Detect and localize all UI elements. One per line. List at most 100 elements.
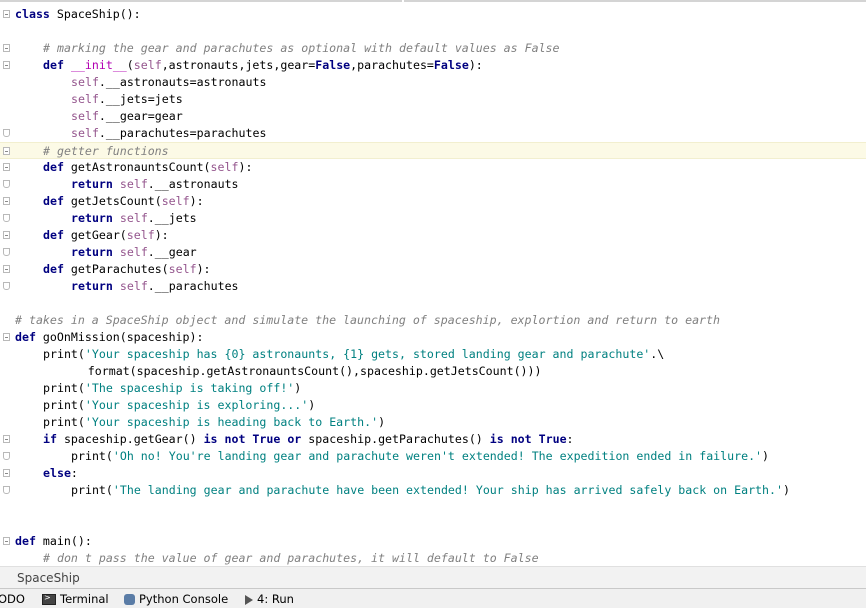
- fold-collapse-icon[interactable]: [3, 44, 10, 52]
- code-token: getParachutes(: [63, 262, 169, 276]
- code-token: class: [15, 7, 50, 21]
- code-token: ,astronauts,jets,gear=: [161, 58, 316, 72]
- code-text: self.__parachutes=parachutes: [71, 125, 266, 142]
- code-token: self: [71, 75, 99, 89]
- code-token: main():: [35, 534, 92, 548]
- code-line[interactable]: [0, 23, 866, 40]
- code-line[interactable]: print('Your spaceship is exploring...'): [0, 397, 866, 414]
- fold-end-marker-icon[interactable]: [3, 486, 10, 494]
- code-line[interactable]: # getter functions: [0, 142, 866, 159]
- code-line[interactable]: print('Your spaceship has {0} astronaunt…: [0, 346, 866, 363]
- code-text: print('The landing gear and parachute ha…: [71, 482, 790, 499]
- fold-end-marker-icon[interactable]: [3, 180, 10, 188]
- code-line[interactable]: [0, 516, 866, 533]
- python-icon: [124, 594, 135, 605]
- code-line[interactable]: def getGear(self):: [0, 227, 866, 244]
- run-tool-button[interactable]: 4: Run: [245, 592, 294, 606]
- code-editor[interactable]: class SpaceShip(): # marking the gear and…: [0, 4, 866, 566]
- fold-collapse-icon[interactable]: [3, 10, 10, 18]
- code-token: self: [133, 58, 162, 72]
- todo-label: ODO: [0, 592, 25, 606]
- code-line[interactable]: def getParachutes(self):: [0, 261, 866, 278]
- code-line[interactable]: class SpaceShip():: [0, 6, 866, 23]
- code-text: # marking the gear and parachutes as opt…: [43, 40, 560, 57]
- code-text: return self.__gear: [71, 244, 197, 261]
- code-line[interactable]: # takes in a SpaceShip object and simula…: [0, 312, 866, 329]
- code-line[interactable]: # don t pass the value of gear and parac…: [0, 550, 866, 566]
- fold-end-marker-icon[interactable]: [3, 129, 10, 137]
- todo-tool-button[interactable]: ODO: [0, 592, 25, 606]
- editor-tab-edge-right: [404, 0, 866, 2]
- code-token: print(: [43, 398, 85, 412]
- fold-end-marker-icon[interactable]: [3, 214, 10, 222]
- fold-end-marker-icon[interactable]: [3, 282, 10, 290]
- code-line[interactable]: print('Oh no! You're landing gear and pa…: [0, 448, 866, 465]
- fold-end-marker-icon[interactable]: [3, 452, 10, 460]
- code-token: getGear(: [63, 228, 127, 242]
- code-line[interactable]: def getAstronauntsCount(self):: [0, 159, 866, 176]
- python-console-tool-button[interactable]: Python Console: [124, 592, 228, 606]
- code-token: goOnMission(spaceship):: [35, 330, 204, 344]
- code-line[interactable]: # marking the gear and parachutes as opt…: [0, 40, 866, 57]
- code-token: 'Your spaceship has {0} astronaunts, {1}…: [84, 347, 651, 361]
- fold-collapse-icon[interactable]: [3, 435, 10, 443]
- code-token: return: [71, 211, 113, 225]
- code-token: else: [43, 466, 71, 480]
- code-line[interactable]: def __init__(self,astronauts,jets,gear=F…: [0, 57, 866, 74]
- code-line[interactable]: print('The landing gear and parachute ha…: [0, 482, 866, 499]
- code-text: def __init__(self,astronauts,jets,gear=F…: [43, 57, 483, 74]
- fold-collapse-icon[interactable]: [3, 147, 10, 155]
- breadcrumb[interactable]: SpaceShip: [0, 566, 866, 588]
- code-token: .__astronauts=astronauts: [98, 75, 267, 89]
- code-token: 'Your spaceship is heading back to Earth…: [84, 415, 379, 429]
- code-line[interactable]: [0, 499, 866, 516]
- code-text: format(spaceship.getAstronauntsCount(),s…: [88, 363, 542, 380]
- fold-collapse-icon[interactable]: [3, 163, 10, 171]
- code-line[interactable]: return self.__gear: [0, 244, 866, 261]
- code-line[interactable]: format(spaceship.getAstronauntsCount(),s…: [0, 363, 866, 380]
- code-line[interactable]: return self.__astronauts: [0, 176, 866, 193]
- code-token: is not True or: [203, 432, 302, 446]
- code-token: print(: [43, 381, 85, 395]
- code-token: ):: [154, 228, 169, 242]
- code-text: # don t pass the value of gear and parac…: [43, 550, 539, 566]
- code-text: if spaceship.getGear() is not True or sp…: [43, 431, 574, 448]
- code-line[interactable]: return self.__parachutes: [0, 278, 866, 295]
- code-line[interactable]: else:: [0, 465, 866, 482]
- fold-collapse-icon[interactable]: [3, 61, 10, 69]
- fold-collapse-icon[interactable]: [3, 333, 10, 341]
- code-line[interactable]: print('The spaceship is taking off!'): [0, 380, 866, 397]
- code-token: .__jets: [147, 211, 197, 225]
- terminal-label: Terminal: [60, 592, 109, 606]
- code-token: ):: [468, 58, 483, 72]
- breadcrumb-item-class[interactable]: SpaceShip: [17, 571, 80, 585]
- code-line[interactable]: def goOnMission(spaceship):: [0, 329, 866, 346]
- code-text: else:: [43, 465, 78, 482]
- code-token: if: [43, 432, 57, 446]
- code-line[interactable]: if spaceship.getGear() is not True or sp…: [0, 431, 866, 448]
- fold-collapse-icon[interactable]: [3, 197, 10, 205]
- code-token: False: [315, 58, 351, 72]
- code-token: .__jets=jets: [98, 92, 183, 106]
- code-line[interactable]: return self.__jets: [0, 210, 866, 227]
- fold-collapse-icon[interactable]: [3, 469, 10, 477]
- code-line[interactable]: self.__parachutes=parachutes: [0, 125, 866, 142]
- fold-collapse-icon[interactable]: [3, 265, 10, 273]
- code-line[interactable]: [0, 295, 866, 312]
- code-line[interactable]: def getJetsCount(self):: [0, 193, 866, 210]
- fold-collapse-icon[interactable]: [3, 537, 10, 545]
- fold-end-marker-icon[interactable]: [3, 248, 10, 256]
- code-token: .__gear=gear: [98, 109, 183, 123]
- fold-collapse-icon[interactable]: [3, 231, 10, 239]
- code-text: self.__astronauts=astronauts: [71, 74, 266, 91]
- code-token: self: [119, 279, 148, 293]
- code-line[interactable]: self.__astronauts=astronauts: [0, 74, 866, 91]
- code-token: def: [43, 194, 64, 208]
- code-line[interactable]: self.__gear=gear: [0, 108, 866, 125]
- terminal-tool-button[interactable]: Terminal: [42, 591, 109, 606]
- code-line[interactable]: def main():: [0, 533, 866, 550]
- code-token: self: [119, 211, 148, 225]
- code-line[interactable]: print('Your spaceship is heading back to…: [0, 414, 866, 431]
- code-line[interactable]: self.__jets=jets: [0, 91, 866, 108]
